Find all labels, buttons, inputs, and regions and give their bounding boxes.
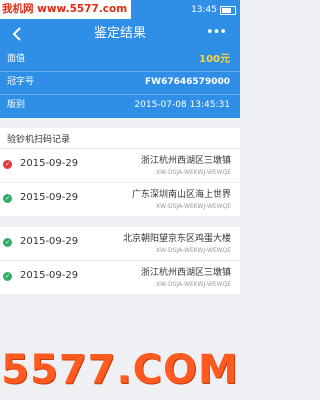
record-location: 浙江杭州西湖区三墩镇 (140, 268, 231, 278)
site-watermark: 我机网 www.5577.com (0, 0, 132, 19)
serial-row: 冠字号 FW67646579000 (0, 71, 240, 95)
record-location: 广东深圳南山区海上世界 (131, 190, 231, 200)
record-date: 2015-09-29 (20, 192, 79, 203)
result-info-card: 面值 100元 冠字号 FW67646579000 版别 2015-07-08 … (0, 48, 240, 118)
nav-bar: 鉴定结果 ••• (0, 20, 240, 48)
page-title: 鉴定结果 (93, 26, 146, 41)
list-item[interactable]: ✓ 2015-09-29 北京朝阳望京东区鸡蛋大楼 XW-DSJA-WEKWJ-… (0, 227, 240, 261)
status-dot-icon: ✓ (3, 194, 12, 203)
status-dot-icon: ✓ (3, 272, 12, 281)
serial-label: 冠字号 (7, 77, 35, 87)
status-indicators: 13:45 (191, 0, 236, 20)
denomination-label: 面值 (7, 54, 26, 64)
version-value: 2015-07-08 13:45:31 (134, 100, 230, 110)
denomination-row: 面值 100元 (0, 48, 240, 72)
footer-watermark-logo: 5577.COM (1, 347, 239, 393)
record-date: 2015-09-29 (20, 270, 79, 281)
denomination-value: 100元 (199, 54, 230, 65)
record-location: 浙江杭州西湖区三墩镇 (140, 156, 231, 166)
records-section-title: 验钞机扫码记录 (0, 128, 240, 149)
record-location: 北京朝阳望京东区鸡蛋大楼 (122, 234, 231, 244)
list-item[interactable]: ✓ 2015-09-29 浙江杭州西湖区三墩镇 XW-DSJA-WEKWJ-WE… (0, 149, 240, 183)
status-time: 13:45 (191, 5, 217, 15)
record-code: XW-DSJA-WEKWJ-WEWQE (156, 281, 231, 288)
status-dot-icon: ✓ (3, 238, 12, 247)
version-label: 版别 (7, 100, 26, 110)
record-code: XW-DSJA-WEKWJ-WEWQE (156, 203, 231, 210)
version-row: 版别 2015-07-08 13:45:31 (0, 94, 240, 117)
status-bar: 我机网 www.5577.com 13:45 (0, 0, 240, 20)
more-menu-icon[interactable]: ••• (206, 25, 227, 40)
status-dot-icon: ✓ (3, 160, 12, 169)
record-date: 2015-09-29 (20, 158, 79, 169)
record-code: XW-DSJA-WEKWJ-WEWQE (156, 169, 231, 176)
list-item[interactable]: ✓ 2015-09-29 浙江杭州西湖区三墩镇 XW-DSJA-WEKWJ-WE… (0, 261, 240, 295)
serial-value: FW67646579000 (145, 77, 230, 87)
record-code: XW-DSJA-WEKWJ-WEWQE (156, 247, 231, 254)
list-item[interactable]: ✓ 2015-09-29 广东深圳南山区海上世界 XW-DSJA-WEKWJ-W… (0, 183, 240, 217)
record-date: 2015-09-29 (20, 236, 79, 247)
records-title-text: 验钞机扫码记录 (7, 135, 71, 145)
battery-icon (220, 5, 236, 15)
